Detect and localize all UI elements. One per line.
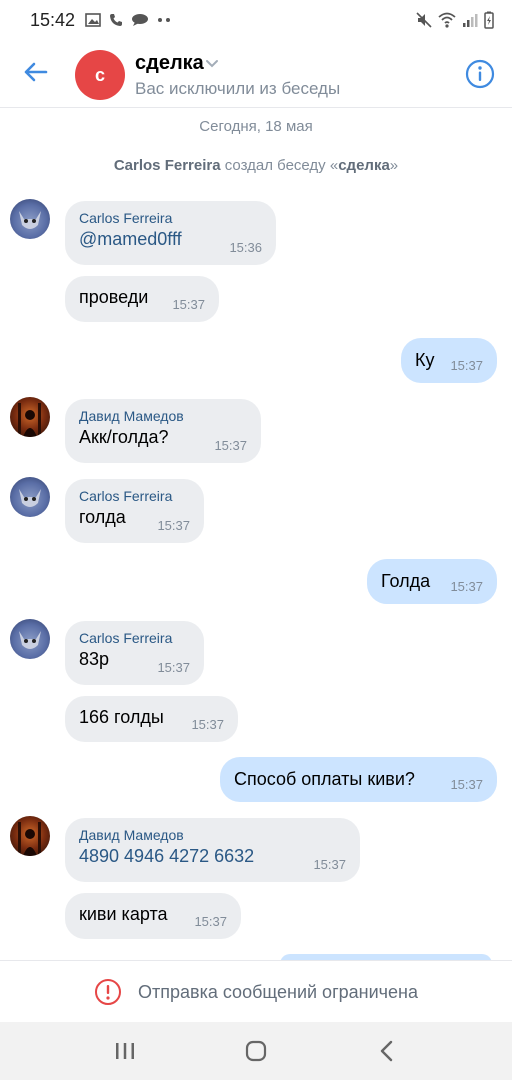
chat-header: с сделка Вас исключили из беседы bbox=[0, 40, 512, 108]
avatar[interactable] bbox=[10, 816, 50, 856]
home-button[interactable] bbox=[242, 1037, 270, 1065]
chevron-down-icon[interactable] bbox=[205, 59, 219, 69]
message-author[interactable]: Давид Мамедов bbox=[79, 827, 346, 843]
back-nav-icon bbox=[380, 1040, 392, 1062]
message-bubble[interactable]: киви карта 15:37 bbox=[65, 893, 241, 939]
person-avatar-icon bbox=[18, 403, 41, 437]
message-author[interactable]: Carlos Ferreira bbox=[79, 210, 262, 226]
avatar[interactable] bbox=[10, 477, 50, 517]
message-time: 15:37 bbox=[450, 579, 483, 594]
cat-avatar-icon bbox=[19, 211, 41, 229]
avatar[interactable] bbox=[10, 199, 50, 239]
restriction-bar: Отправка сообщений ограничена bbox=[0, 960, 512, 1023]
message-author[interactable]: Carlos Ferreira bbox=[79, 488, 190, 504]
chat-title[interactable]: сделка bbox=[135, 52, 204, 75]
system-message-close: » bbox=[389, 157, 399, 174]
alert-icon bbox=[95, 979, 121, 1005]
message-bubble-outgoing[interactable]: Способ оплаты киви? 15:37 bbox=[220, 757, 497, 802]
restriction-text: Отправка сообщений ограничена bbox=[138, 981, 418, 1002]
message-bubble[interactable]: Давид Мамедов 4890 4946 4272 6632 15:37 bbox=[65, 818, 360, 882]
message-time: 15:37 bbox=[157, 660, 190, 675]
info-icon[interactable] bbox=[465, 59, 495, 89]
system-nav-bar bbox=[0, 1022, 512, 1080]
signal-icon bbox=[463, 14, 478, 27]
gallery-icon bbox=[85, 13, 101, 27]
message-time: 15:37 bbox=[194, 914, 227, 929]
message-bubble[interactable]: Давид Мамедов Акк/голда? 15:37 bbox=[65, 399, 261, 463]
more-dots-icon bbox=[158, 18, 171, 22]
system-message-chat-name: сделка bbox=[338, 157, 390, 174]
chat-avatar-letter: с bbox=[94, 64, 105, 85]
home-icon bbox=[245, 1040, 267, 1062]
chat-bubble-icon bbox=[132, 14, 149, 26]
message-time: 15:37 bbox=[313, 857, 346, 872]
message-time: 15:37 bbox=[157, 518, 190, 533]
chat-subtitle: Вас исключили из беседы bbox=[135, 79, 341, 98]
message-time: 15:37 bbox=[450, 777, 483, 792]
message-bubble-outgoing[interactable]: Ку 15:37 bbox=[401, 338, 497, 383]
system-message-action: создал беседу « bbox=[220, 157, 339, 174]
avatar[interactable] bbox=[10, 619, 50, 659]
message-bubble-outgoing[interactable]: Голда 15:37 bbox=[367, 559, 497, 604]
message-bubble[interactable]: проведи 15:37 bbox=[65, 276, 219, 322]
system-message-actor[interactable]: Carlos Ferreira bbox=[114, 157, 221, 174]
recent-apps-button[interactable] bbox=[111, 1037, 139, 1065]
cat-avatar-icon bbox=[19, 631, 41, 649]
status-bar: 15:42 bbox=[0, 0, 512, 40]
person-avatar-icon bbox=[18, 822, 41, 856]
battery-icon bbox=[484, 11, 494, 29]
message-bubble[interactable]: Carlos Ferreira @mamed0fff 15:36 bbox=[65, 201, 276, 265]
message-bubble[interactable]: Carlos Ferreira 83р 15:37 bbox=[65, 621, 204, 685]
message-time: 15:37 bbox=[214, 438, 247, 453]
status-time: 15:42 bbox=[30, 9, 76, 30]
wifi-icon bbox=[438, 12, 456, 28]
back-nav-button[interactable] bbox=[373, 1037, 401, 1065]
phone-icon bbox=[110, 14, 123, 26]
avatar[interactable] bbox=[10, 397, 50, 437]
message-time: 15:37 bbox=[172, 297, 205, 312]
date-separator: Сегодня, 18 мая bbox=[199, 118, 313, 135]
system-message: Carlos Ferreira создал беседу «сделка» bbox=[0, 157, 512, 174]
mute-icon bbox=[416, 12, 432, 28]
message-author[interactable]: Давид Мамедов bbox=[79, 408, 247, 424]
message-bubble[interactable]: 166 голды 15:37 bbox=[65, 696, 238, 742]
message-time: 15:36 bbox=[229, 240, 262, 255]
message-bubble[interactable]: Carlos Ferreira голда 15:37 bbox=[65, 479, 204, 543]
message-author[interactable]: Carlos Ferreira bbox=[79, 630, 190, 646]
chat-avatar[interactable]: с bbox=[75, 50, 125, 100]
card-number-link[interactable]: 4890 4946 4272 6632 bbox=[79, 846, 346, 867]
notification-icons bbox=[85, 13, 171, 27]
recent-apps-icon bbox=[116, 1043, 135, 1059]
message-text: Способ оплаты киви? bbox=[234, 769, 415, 789]
message-time: 15:37 bbox=[450, 358, 483, 373]
cat-avatar-icon bbox=[19, 489, 41, 507]
back-arrow-icon[interactable] bbox=[20, 56, 52, 88]
message-time: 15:37 bbox=[191, 717, 224, 732]
